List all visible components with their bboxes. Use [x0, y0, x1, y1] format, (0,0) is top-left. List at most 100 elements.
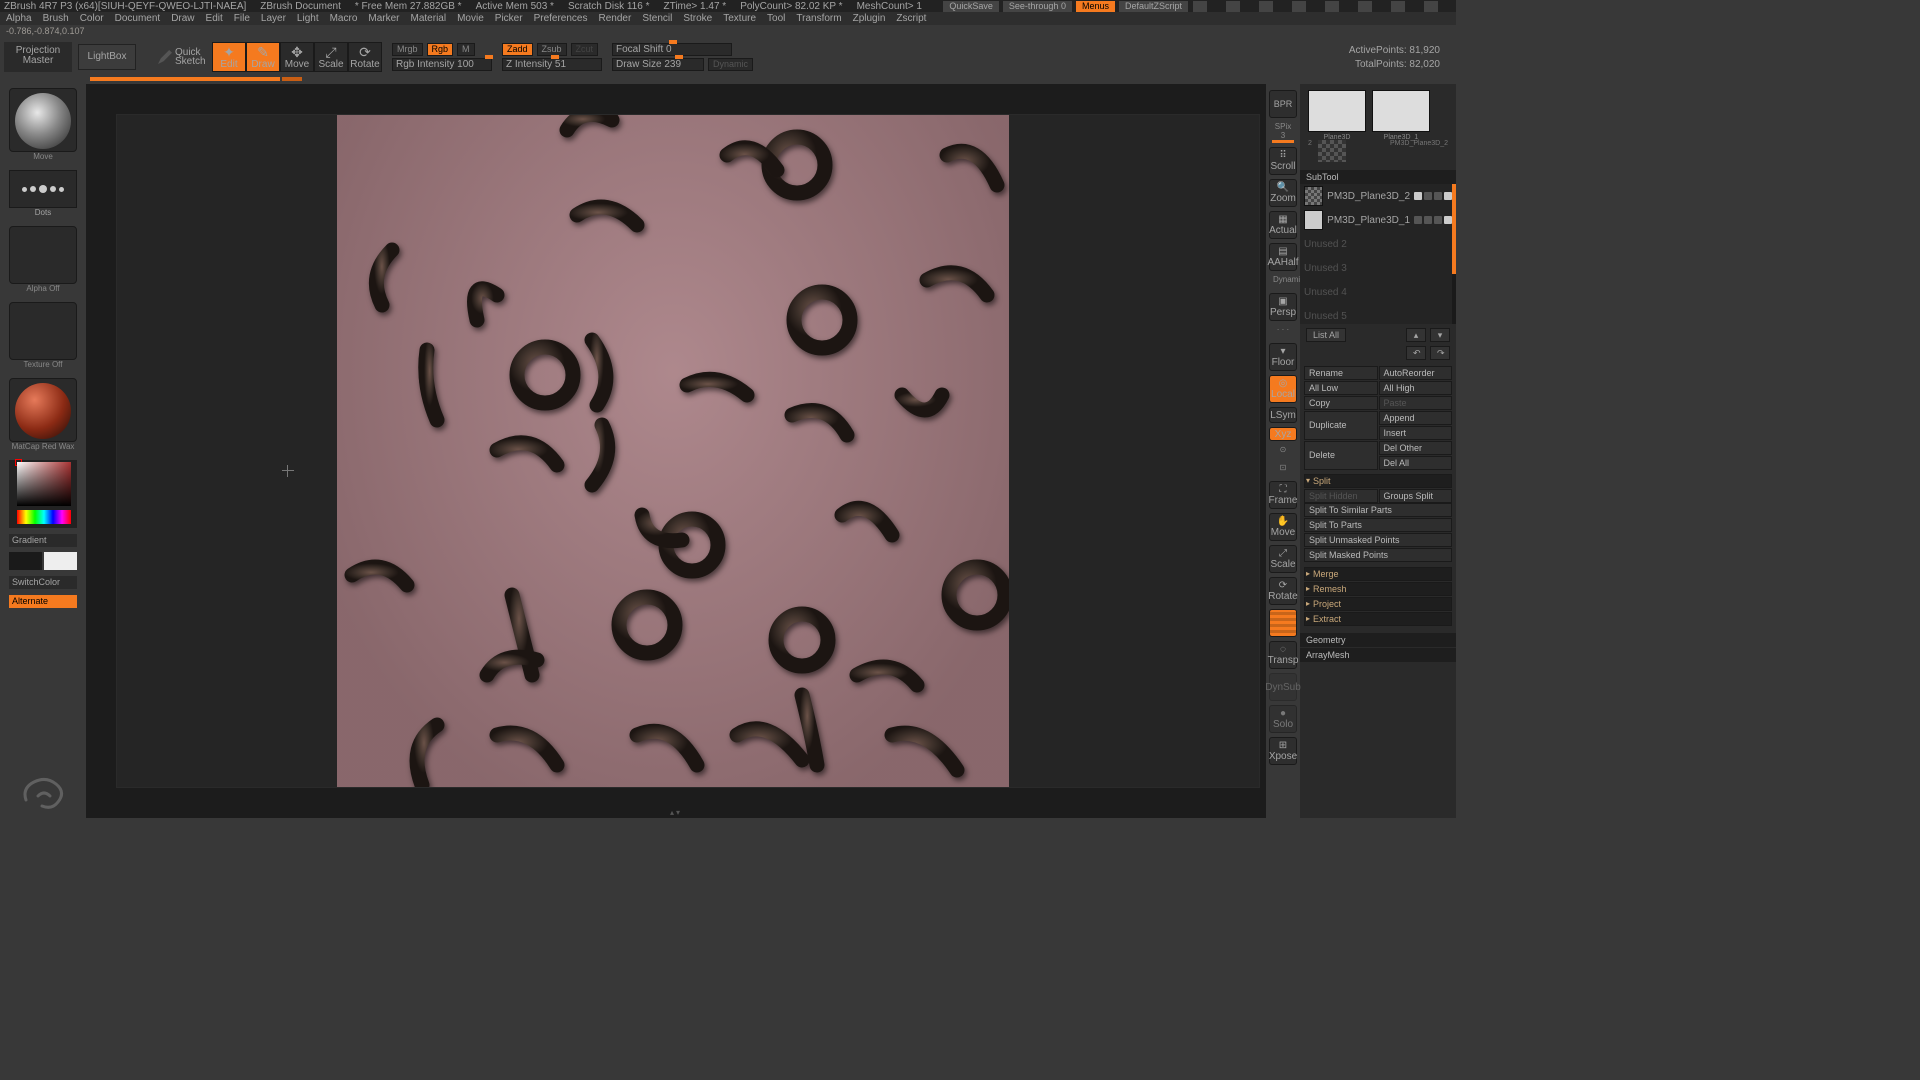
transp-button[interactable]: ◌Transp — [1269, 641, 1297, 669]
xpose-button[interactable]: ⊞Xpose — [1269, 737, 1297, 765]
eye2-icon[interactable] — [1444, 192, 1452, 200]
lsym-button[interactable]: LSym — [1269, 407, 1297, 423]
menus-button[interactable]: Menus — [1076, 1, 1115, 12]
menu-color[interactable]: Color — [80, 13, 104, 24]
defaultzscript-button[interactable]: DefaultZScript — [1119, 1, 1188, 12]
floor-button[interactable]: ▾Floor — [1269, 343, 1297, 371]
max-button[interactable] — [1391, 1, 1405, 12]
frame-button[interactable]: ⛶Frame — [1269, 481, 1297, 509]
geometry-header[interactable]: Geometry — [1300, 633, 1456, 647]
append-button[interactable]: Append — [1379, 411, 1453, 425]
secondary-color-swatch[interactable] — [44, 552, 77, 570]
quicksave-button[interactable]: QuickSave — [943, 1, 999, 12]
local-button[interactable]: ◎Local — [1269, 375, 1297, 403]
layout-a-button[interactable] — [1193, 1, 1207, 12]
polyframe-button[interactable] — [1269, 609, 1297, 637]
bpr-button[interactable]: BPR — [1269, 90, 1297, 118]
mini-thumb[interactable] — [1318, 140, 1346, 162]
lightbox-button[interactable]: LightBox — [78, 44, 136, 70]
draw-mode-button[interactable]: ✎Draw — [246, 42, 280, 72]
switchcolor-button[interactable]: SwitchColor — [9, 576, 77, 589]
menu-light[interactable]: Light — [297, 13, 319, 24]
subtool-row[interactable]: PM3D_Plane3D_2 — [1300, 184, 1456, 208]
arrow-right-button[interactable]: ↷ — [1430, 346, 1450, 360]
dynamic-button[interactable]: Dynamic — [708, 58, 753, 71]
alpha-thumb[interactable]: Alpha Off — [9, 226, 77, 284]
menu-document[interactable]: Document — [115, 13, 161, 24]
subtool-scrollbar[interactable] — [1452, 184, 1456, 324]
menu-layer[interactable]: Layer — [261, 13, 286, 24]
actual-button[interactable]: ▦Actual — [1269, 211, 1297, 239]
center-icon[interactable]: ⊙ — [1273, 445, 1293, 459]
rgb-intensity-slider[interactable]: Rgb Intensity 100 — [392, 58, 492, 71]
extract-header[interactable]: Extract — [1304, 612, 1452, 626]
menu-render[interactable]: Render — [599, 13, 632, 24]
menu-zscript[interactable]: Zscript — [896, 13, 926, 24]
zadd-button[interactable]: Zadd — [502, 43, 533, 56]
menu-alpha[interactable]: Alpha — [6, 13, 32, 24]
split-hidden-button[interactable]: Split Hidden — [1304, 489, 1378, 503]
subtool-row[interactable]: PM3D_Plane3D_1 — [1300, 208, 1456, 232]
arraymesh-header[interactable]: ArrayMesh — [1300, 648, 1456, 662]
list-all-button[interactable]: List All — [1306, 328, 1346, 342]
remesh-header[interactable]: Remesh — [1304, 582, 1452, 596]
zoom-button[interactable]: 🔍Zoom — [1269, 179, 1297, 207]
prefs-button[interactable] — [1325, 1, 1339, 12]
quicksketch-button[interactable]: QuickSketch — [158, 48, 206, 66]
insert-button[interactable]: Insert — [1379, 426, 1453, 440]
gradient-button[interactable]: Gradient — [9, 534, 77, 547]
alllow-button[interactable]: All Low — [1304, 381, 1378, 395]
nav-rotate-button[interactable]: ⟳Rotate — [1269, 577, 1297, 605]
delother-button[interactable]: Del Other — [1379, 441, 1453, 455]
menu-texture[interactable]: Texture — [723, 13, 756, 24]
move-down-button[interactable]: ▾ — [1430, 328, 1450, 342]
fit-icon[interactable]: ⊡ — [1273, 463, 1293, 477]
menu-stroke[interactable]: Stroke — [683, 13, 712, 24]
canvas-resize-handle[interactable]: ▴▾ — [670, 808, 682, 817]
material-thumb[interactable]: MatCap Red Wax — [9, 378, 77, 442]
tool-thumb-1[interactable]: Plane3D — [1308, 90, 1366, 132]
alternate-button[interactable]: Alternate — [9, 595, 77, 608]
aa-half-button[interactable]: ▤AAHalf — [1269, 243, 1297, 271]
history-bar[interactable] — [90, 76, 1366, 82]
ghost-button[interactable]: DynSub — [1269, 673, 1297, 701]
groups-split-button[interactable]: Groups Split — [1379, 489, 1453, 503]
menu-preferences[interactable]: Preferences — [534, 13, 588, 24]
allhigh-button[interactable]: All High — [1379, 381, 1453, 395]
menu-brush[interactable]: Brush — [43, 13, 69, 24]
duplicate-button[interactable]: Duplicate — [1304, 411, 1378, 440]
menu-material[interactable]: Material — [411, 13, 447, 24]
layout-c-button[interactable] — [1259, 1, 1273, 12]
scroll-button[interactable]: ⠿Scroll — [1269, 147, 1297, 175]
menu-marker[interactable]: Marker — [368, 13, 399, 24]
nav-move-button[interactable]: ✋Move — [1269, 513, 1297, 541]
split-unmasked-button[interactable]: Split Unmasked Points — [1304, 533, 1452, 547]
autoreorder-button[interactable]: AutoReorder — [1379, 366, 1453, 380]
close-button[interactable] — [1424, 1, 1438, 12]
menu-macro[interactable]: Macro — [330, 13, 358, 24]
stroke-thumb[interactable]: Dots — [9, 170, 77, 208]
persp-button[interactable]: ▣Persp — [1269, 293, 1297, 321]
rename-button[interactable]: Rename — [1304, 366, 1378, 380]
subtool-header[interactable]: SubTool — [1300, 170, 1456, 184]
move-mode-button[interactable]: ✥Move — [280, 42, 314, 72]
xyz-button[interactable]: Xyz — [1269, 427, 1297, 441]
split-parts-button[interactable]: Split To Parts — [1304, 518, 1452, 532]
canvas-area[interactable]: ▴▾ — [86, 84, 1266, 818]
layout-d-button[interactable] — [1292, 1, 1306, 12]
edit-mode-button[interactable]: ✦Edit — [212, 42, 246, 72]
menu-edit[interactable]: Edit — [206, 13, 223, 24]
m-button[interactable]: M — [457, 43, 475, 56]
mrgb-button[interactable]: Mrgb — [392, 43, 423, 56]
seethrough-slider[interactable]: See-through 0 — [1003, 1, 1072, 12]
projection-master-button[interactable]: ProjectionMaster — [4, 42, 72, 72]
copy-button[interactable]: Copy — [1304, 396, 1378, 410]
delete-button[interactable]: Delete — [1304, 441, 1378, 470]
merge-header[interactable]: Merge — [1304, 567, 1452, 581]
draw-size-slider[interactable]: Draw Size 239 — [612, 58, 704, 71]
nav-scale-button[interactable]: ⤢Scale — [1269, 545, 1297, 573]
zcut-button[interactable]: Zcut — [571, 43, 599, 56]
split-similar-button[interactable]: Split To Similar Parts — [1304, 503, 1452, 517]
main-color-swatch[interactable] — [9, 552, 42, 570]
layout-b-button[interactable] — [1226, 1, 1240, 12]
